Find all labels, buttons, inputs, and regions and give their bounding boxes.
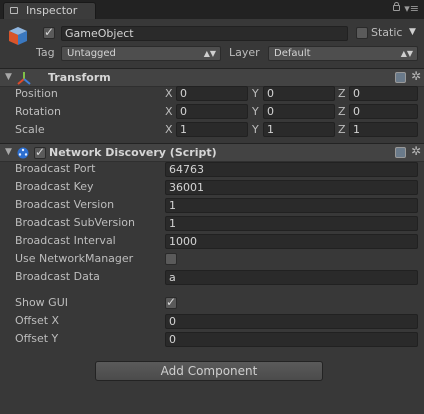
- tab-inspector[interactable]: Inspector: [3, 2, 96, 19]
- network-discovery-icon: [17, 147, 29, 159]
- component-title: Transform: [48, 71, 111, 84]
- broadcast-key-label: Broadcast Key: [15, 180, 94, 193]
- scale-y-input[interactable]: 1: [263, 122, 335, 137]
- rotation-z-input[interactable]: 0: [349, 104, 418, 119]
- transform-header[interactable]: ▼ Transform ✲: [0, 68, 424, 87]
- inspector-icon: [10, 7, 18, 14]
- position-label: Position: [15, 87, 58, 100]
- use-network-manager-label: Use NetworkManager: [15, 252, 134, 265]
- position-z-input[interactable]: 0: [349, 86, 418, 101]
- show-gui-label: Show GUI: [15, 296, 68, 309]
- axis-z-label: Z: [338, 87, 346, 100]
- broadcast-port-label: Broadcast Port: [15, 162, 96, 175]
- scale-x-input[interactable]: 1: [176, 122, 248, 137]
- static-dropdown-icon[interactable]: ▼: [409, 27, 416, 37]
- position-x-input[interactable]: 0: [176, 86, 248, 101]
- offset-x-label: Offset X: [15, 314, 60, 327]
- axis-y-label: Y: [252, 123, 259, 136]
- static-checkbox[interactable]: [356, 27, 368, 39]
- static-label: Static: [371, 26, 403, 39]
- scale-z-input[interactable]: 1: [349, 122, 418, 137]
- broadcast-subversion-input[interactable]: 1: [165, 216, 418, 231]
- tab-bar: Inspector ▾≡: [0, 0, 424, 19]
- offset-x-input[interactable]: 0: [165, 314, 418, 329]
- position-y-input[interactable]: 0: [263, 86, 335, 101]
- lock-icon[interactable]: [393, 2, 400, 11]
- add-component-button[interactable]: Add Component: [95, 361, 323, 381]
- broadcast-interval-input[interactable]: 1000: [165, 234, 418, 249]
- tag-dropdown[interactable]: Untagged ▲▼: [61, 46, 221, 61]
- tag-label: Tag: [36, 46, 55, 59]
- foldout-arrow-icon[interactable]: ▼: [5, 72, 12, 82]
- tag-value: Untagged: [67, 48, 116, 59]
- cube-icon: [9, 27, 27, 45]
- script-enabled-checkbox[interactable]: ✓: [34, 145, 46, 159]
- rotation-x-input[interactable]: 0: [176, 104, 248, 119]
- axis-x-label: X: [165, 123, 173, 136]
- component-title: Network Discovery (Script): [49, 146, 217, 159]
- gear-icon[interactable]: ✲: [411, 69, 421, 83]
- axis-y-label: Y: [252, 105, 259, 118]
- axis-x-label: X: [165, 87, 173, 100]
- scale-label: Scale: [15, 123, 45, 136]
- active-checkbox[interactable]: ✓: [43, 25, 55, 39]
- use-network-manager-checkbox[interactable]: [165, 253, 177, 265]
- help-icon[interactable]: [395, 147, 406, 158]
- menu-icon[interactable]: ▾≡: [404, 3, 419, 14]
- gear-icon[interactable]: ✲: [411, 144, 421, 158]
- help-icon[interactable]: [395, 72, 406, 83]
- broadcast-data-input[interactable]: a: [165, 270, 418, 285]
- chevron-down-icon: ▲▼: [203, 49, 216, 58]
- gameobject-name-input[interactable]: GameObject: [61, 26, 348, 41]
- layer-value: Default: [274, 48, 311, 59]
- offset-y-input[interactable]: 0: [165, 332, 418, 347]
- broadcast-interval-label: Broadcast Interval: [15, 234, 116, 247]
- broadcast-port-input[interactable]: 64763: [165, 162, 418, 177]
- broadcast-version-label: Broadcast Version: [15, 198, 115, 211]
- layer-dropdown[interactable]: Default ▲▼: [268, 46, 418, 61]
- foldout-arrow-icon[interactable]: ▼: [5, 147, 12, 157]
- broadcast-subversion-label: Broadcast SubVersion: [15, 216, 135, 229]
- chevron-down-icon: ▲▼: [400, 49, 413, 58]
- broadcast-key-input[interactable]: 36001: [165, 180, 418, 195]
- show-gui-checkbox[interactable]: ✓: [165, 295, 177, 309]
- axis-x-label: X: [165, 105, 173, 118]
- layer-label: Layer: [229, 46, 260, 59]
- broadcast-data-label: Broadcast Data: [15, 270, 100, 283]
- rotation-y-input[interactable]: 0: [263, 104, 335, 119]
- offset-y-label: Offset Y: [15, 332, 59, 345]
- network-discovery-header[interactable]: ▼ ✓ Network Discovery (Script) ✲: [0, 143, 424, 162]
- axis-z-label: Z: [338, 123, 346, 136]
- broadcast-version-input[interactable]: 1: [165, 198, 418, 213]
- transform-axes-icon: [17, 72, 31, 85]
- axis-z-label: Z: [338, 105, 346, 118]
- axis-y-label: Y: [252, 87, 259, 100]
- rotation-label: Rotation: [15, 105, 62, 118]
- tab-label: Inspector: [26, 4, 78, 17]
